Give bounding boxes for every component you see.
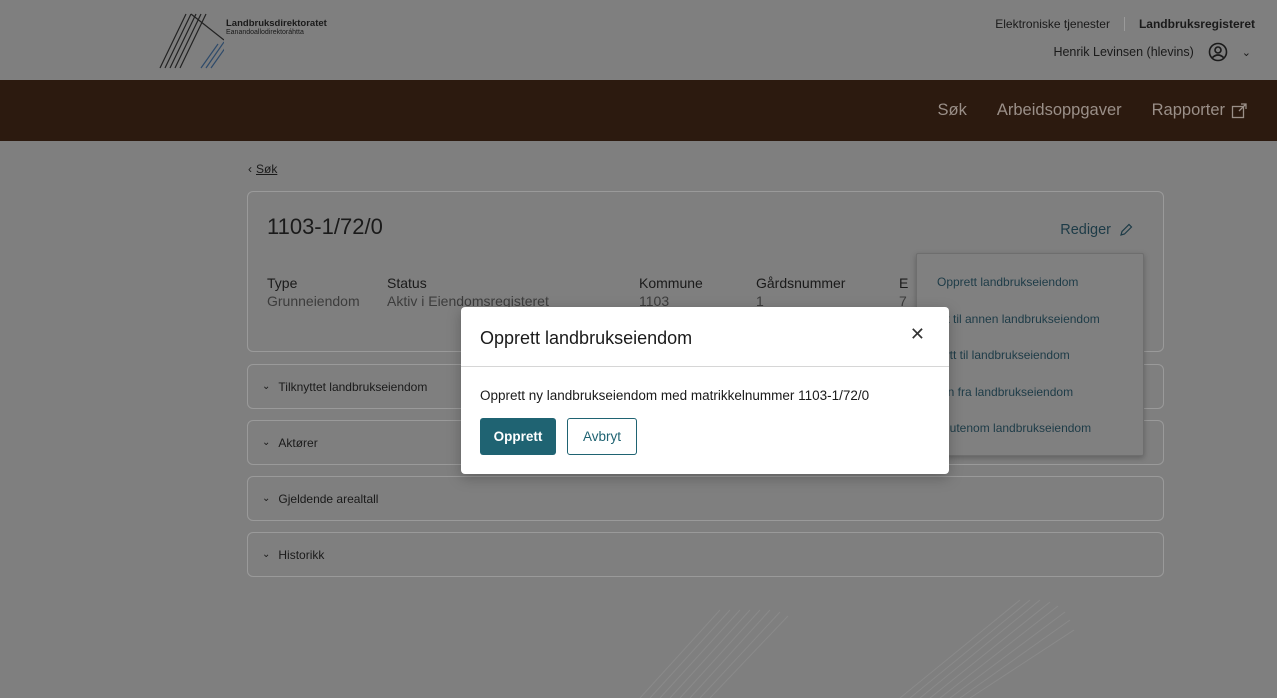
field-label: Status — [387, 275, 427, 291]
nav-item-label: Søk — [937, 101, 967, 119]
field-gardsnummer: Gårdsnummer 1 — [756, 275, 845, 309]
background-pattern — [639, 599, 1075, 698]
utility-links: Elektroniske tjenester Landbruksregister… — [995, 17, 1255, 31]
link-elektroniske-tjenester[interactable]: Elektroniske tjenester — [995, 17, 1110, 31]
dialog-title: Opprett landbrukseiendom — [480, 328, 693, 348]
field-label: E — [899, 275, 909, 291]
chevron-down-icon: ⌄ — [262, 493, 271, 504]
field-status: Status Aktiv i Eiendomsregisteret — [387, 275, 549, 309]
accordion-label: Aktører — [278, 435, 318, 450]
divider — [461, 366, 949, 367]
accordion-historikk[interactable]: ⌄ Historikk — [247, 532, 1164, 577]
property-title: 1103-1/72/0 — [267, 214, 383, 239]
chevron-down-icon: ⌄ — [262, 437, 271, 448]
confirm-button[interactable]: Opprett — [480, 418, 556, 455]
field-label: Type — [267, 275, 298, 291]
edit-label: Rediger — [1060, 222, 1111, 238]
user-menu[interactable]: Henrik Levinsen (hlevins) ⌄ — [1053, 42, 1251, 62]
external-link-icon — [1231, 102, 1247, 118]
field-kommune: Kommune 1103 — [639, 275, 703, 309]
nav-item-sok[interactable]: Søk — [938, 101, 967, 120]
field-type: Type Grunneiendom — [267, 275, 360, 309]
accordion-label: Historikk — [278, 547, 325, 562]
field-value: Grunneiendom — [267, 293, 360, 309]
menu-item-drift-utenom[interactable]: ift utenom landbrukseiendom — [937, 421, 1091, 435]
top-header: Landbruksdirektoratet Eanandoallodirekto… — [0, 0, 1277, 80]
edit-button[interactable]: Rediger — [1060, 222, 1133, 238]
field-label: Gårdsnummer — [756, 275, 846, 291]
user-name: Henrik Levinsen (hlevins) — [1053, 45, 1194, 59]
menu-item-fjern-fra[interactable]: ern fra landbrukseiendom — [937, 385, 1073, 399]
menu-item-knytt-til[interactable]: nytt til landbrukseiendom — [937, 348, 1070, 362]
chevron-down-icon: ⌄ — [262, 549, 271, 560]
breadcrumb[interactable]: ‹ Søk — [248, 162, 277, 176]
menu-item-opprett-landbrukseiendom[interactable]: Opprett landbrukseiendom — [937, 275, 1078, 289]
accordion-gjeldende-arealtall[interactable]: ⌄ Gjeldende arealtall — [247, 476, 1164, 521]
create-property-dialog: Opprett landbrukseiendom ✕ Opprett ny la… — [461, 307, 949, 474]
field-label: Kommune — [639, 275, 703, 291]
accordion-label: Tilknyttet landbrukseiendom — [278, 379, 428, 394]
nav-item-label: Rapporter — [1151, 101, 1225, 119]
dialog-message: Opprett ny landbrukseiendom med matrikke… — [480, 388, 870, 403]
logo-mark-icon — [159, 13, 224, 69]
menu-item-knytt-til-annen[interactable]: ytt til annen landbrukseiendom — [937, 312, 1100, 326]
logo-name: Landbruksdirektoratet — [226, 18, 327, 29]
user-icon — [1208, 42, 1228, 62]
chevron-left-icon: ‹ — [248, 162, 252, 176]
edit-dropdown-menu: Opprett landbrukseiendom ytt til annen l… — [916, 253, 1144, 456]
chevron-down-icon: ⌄ — [262, 381, 271, 392]
back-link-sok[interactable]: Søk — [256, 162, 277, 176]
close-icon[interactable]: ✕ — [910, 324, 925, 345]
chevron-down-icon: ⌄ — [1241, 46, 1251, 59]
pencil-icon — [1120, 223, 1133, 236]
logo[interactable]: Landbruksdirektoratet Eanandoallodirekto… — [158, 12, 358, 70]
main-nav: Søk Arbeidsoppgaver Rapporter — [0, 80, 1277, 141]
cancel-button[interactable]: Avbryt — [567, 418, 637, 455]
nav-item-arbeidsoppgaver[interactable]: Arbeidsoppgaver — [997, 101, 1122, 120]
divider — [1123, 17, 1125, 31]
field-bruksnummer: E 7 — [899, 275, 908, 309]
accordion-label: Gjeldende arealtall — [278, 491, 379, 506]
nav-item-label: Arbeidsoppgaver — [996, 101, 1122, 119]
nav-item-rapporter[interactable]: Rapporter — [1152, 101, 1247, 120]
link-landbruksregisteret[interactable]: Landbruksregisteret — [1139, 17, 1255, 31]
logo-subname: Eanandoallodirektoráhtta — [226, 29, 304, 36]
